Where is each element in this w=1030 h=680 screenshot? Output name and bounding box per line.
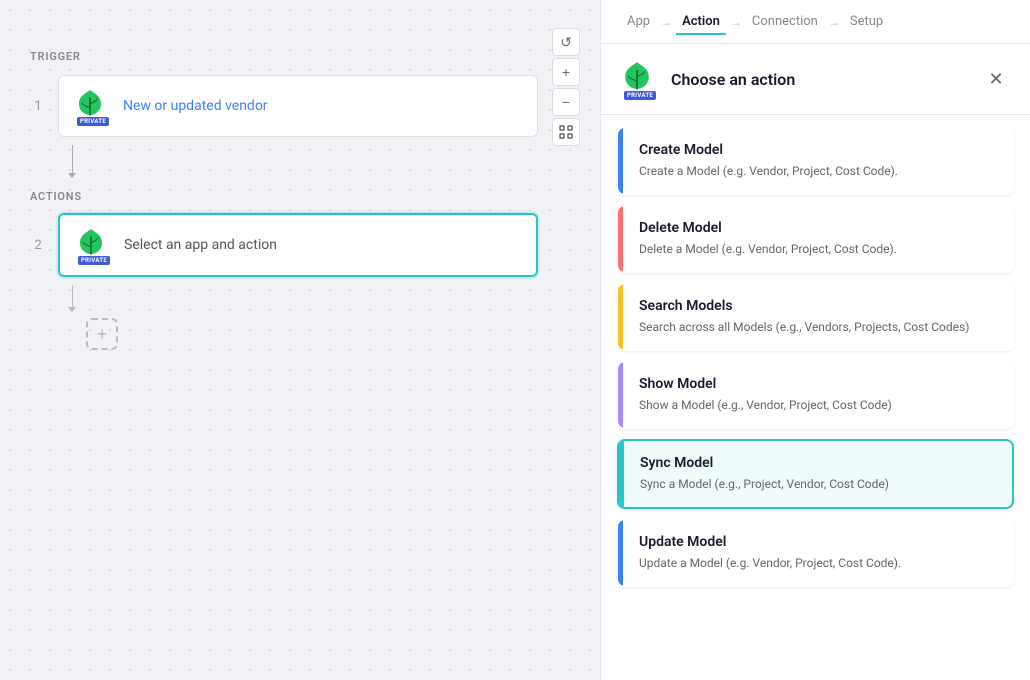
action-title: Create Model — [639, 142, 997, 158]
nav-setup[interactable]: Setup — [844, 10, 889, 33]
nav-app[interactable]: App — [621, 10, 656, 33]
action-item[interactable]: Update Model Update a Model (e.g. Vendor… — [617, 519, 1014, 587]
private-badge-panel: PRIVATE — [624, 91, 656, 100]
action-content: Show Model Show a Model (e.g., Vendor, P… — [623, 362, 1013, 428]
fit-icon — [559, 125, 573, 139]
action-item[interactable]: Sync Model Sync a Model (e.g., Project, … — [617, 439, 1014, 509]
action-placeholder-text: Select an app and action — [124, 237, 277, 253]
close-panel-button[interactable]: ✕ — [982, 65, 1010, 93]
action-placeholder-card[interactable]: PRIVATE Select an app and action — [58, 213, 538, 277]
panel-leaf-icon — [621, 60, 653, 92]
step1-number: 1 — [30, 99, 46, 114]
action-content: Update Model Update a Model (e.g. Vendor… — [623, 520, 1013, 586]
panel-header: PRIVATE Choose an action ✕ — [601, 44, 1030, 115]
action-item[interactable]: Delete Model Delete a Model (e.g. Vendor… — [617, 205, 1014, 273]
nav-connection[interactable]: Connection — [746, 10, 824, 33]
action-desc: Create a Model (e.g. Vendor, Project, Co… — [639, 162, 997, 180]
action-title: Delete Model — [639, 220, 997, 236]
action-content: Sync Model Sync a Model (e.g., Project, … — [624, 441, 1012, 507]
fit-button[interactable] — [552, 118, 580, 146]
private-badge-trigger: PRIVATE — [77, 117, 109, 126]
panel-header-left: PRIVATE Choose an action — [621, 60, 795, 98]
reset-button[interactable]: ↺ — [552, 28, 580, 56]
connector-line-1 — [72, 145, 73, 173]
action-app-icon: PRIVATE — [76, 227, 112, 263]
connector-2 — [58, 281, 86, 312]
action-panel: App → Action → Connection → Setup PRIVAT… — [600, 0, 1030, 680]
trigger-card[interactable]: PRIVATE New or updated vendor — [58, 75, 538, 137]
trigger-label: TRIGGER — [30, 50, 570, 63]
action-item[interactable]: Create Model Create a Model (e.g. Vendor… — [617, 127, 1014, 195]
private-badge-action: PRIVATE — [78, 256, 110, 265]
actions-list: Create Model Create a Model (e.g. Vendor… — [601, 115, 1030, 680]
zoom-toolbar: ↺ + − — [552, 28, 580, 146]
actions-section: ACTIONS 2 PRIVATE Select an app and acti… — [30, 190, 570, 350]
leaf-icon-action — [76, 227, 106, 257]
action-item[interactable]: Show Model Show a Model (e.g., Vendor, P… — [617, 361, 1014, 429]
nav-arrow-1: → — [660, 15, 672, 29]
action-title: Update Model — [639, 534, 997, 550]
actions-label: ACTIONS — [30, 190, 570, 203]
workflow-canvas: ↺ + − TRIGGER 1 — [0, 0, 600, 680]
trigger-text: New or updated vendor — [123, 98, 268, 114]
add-step-button[interactable]: + — [86, 318, 118, 350]
action-step-row: 2 PRIVATE Select an app and action — [30, 213, 570, 277]
zoom-in-button[interactable]: + — [552, 58, 580, 86]
nav-action[interactable]: Action — [676, 10, 726, 35]
action-desc: Update a Model (e.g. Vendor, Project, Co… — [639, 554, 997, 572]
nav-arrow-3: → — [828, 15, 840, 29]
arrow-2 — [68, 307, 76, 312]
steps-nav: App → Action → Connection → Setup — [601, 0, 1030, 44]
action-desc: Delete a Model (e.g. Vendor, Project, Co… — [639, 240, 997, 258]
action-title: Show Model — [639, 376, 997, 392]
action-content: Search Models Search across all Models (… — [623, 284, 1013, 350]
panel-title: Choose an action — [671, 70, 795, 89]
nav-arrow-2: → — [730, 15, 742, 29]
connector-1 — [58, 141, 86, 178]
leaf-icon — [75, 88, 105, 118]
arrow-1 — [68, 173, 76, 178]
connector-line-2 — [72, 285, 73, 307]
trigger-step-row: 1 PRIVATE New or updated vendor — [30, 75, 570, 137]
add-step-container: + — [58, 318, 570, 350]
action-title: Sync Model — [640, 455, 996, 471]
action-desc: Search across all Models (e.g., Vendors,… — [639, 318, 997, 336]
zoom-out-button[interactable]: − — [552, 88, 580, 116]
action-item[interactable]: Search Models Search across all Models (… — [617, 283, 1014, 351]
action-content: Create Model Create a Model (e.g. Vendor… — [623, 128, 1013, 194]
panel-app-icon: PRIVATE — [621, 60, 659, 98]
action-desc: Sync a Model (e.g., Project, Vendor, Cos… — [640, 475, 996, 493]
trigger-link[interactable]: vendor — [225, 98, 267, 114]
action-content: Delete Model Delete a Model (e.g. Vendor… — [623, 206, 1013, 272]
action-title: Search Models — [639, 298, 997, 314]
action-desc: Show a Model (e.g., Vendor, Project, Cos… — [639, 396, 997, 414]
step2-number: 2 — [30, 238, 46, 253]
trigger-app-icon: PRIVATE — [75, 88, 111, 124]
